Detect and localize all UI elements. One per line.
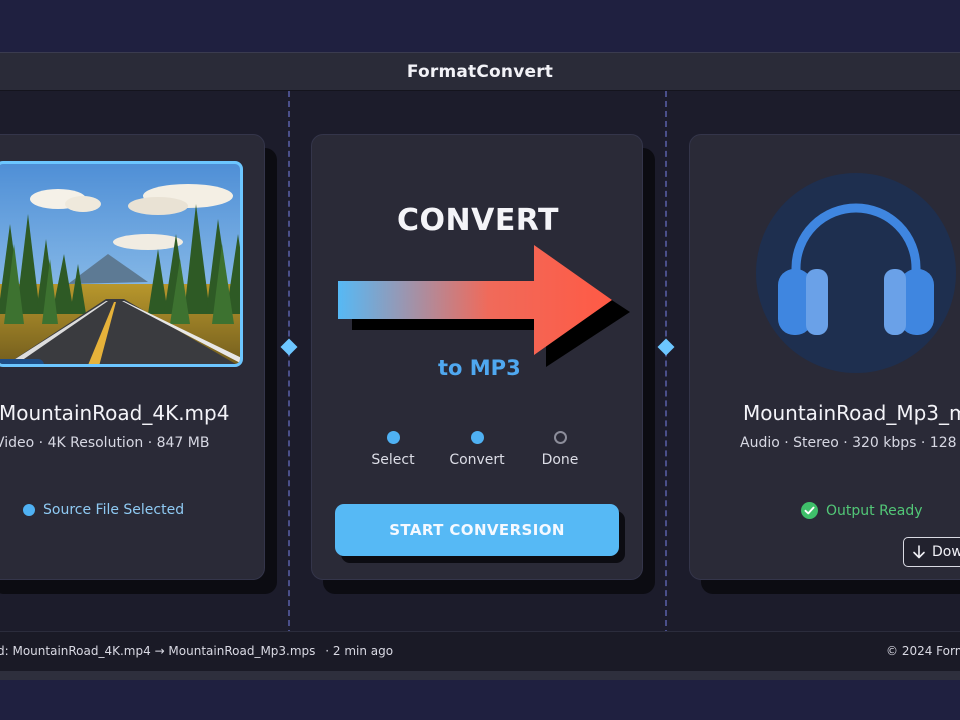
window-bottom-edge xyxy=(0,671,960,680)
output-file-card[interactable]: MountainRoad_Mp3_mps Audio · Stereo · 32… xyxy=(689,134,960,580)
output-file-name: MountainRoad_Mp3_mps xyxy=(743,401,960,425)
conversion-history: d: MountainRoad_4K.mp4 → MountainRoad_Mp… xyxy=(0,644,393,658)
step-dot-complete-icon xyxy=(386,431,400,444)
step-select: Select xyxy=(353,431,433,468)
output-status-label: Output Ready xyxy=(826,502,923,519)
connector-diamond-right xyxy=(657,338,675,356)
step-dot-pending-icon xyxy=(553,431,567,444)
flow-divider-left xyxy=(288,91,290,636)
source-file-card[interactable]: P4 MountainRoad_4K.mp4 Video · 4K Resolu… xyxy=(0,134,265,580)
audio-artwork xyxy=(756,173,956,373)
download-button-label: Download xyxy=(932,544,960,560)
format-badge: P4 xyxy=(0,359,44,364)
video-thumbnail: P4 xyxy=(0,161,243,367)
start-conversion-button[interactable]: START CONVERSION xyxy=(335,504,619,556)
check-circle-icon xyxy=(801,502,818,519)
headphones-icon xyxy=(778,203,934,335)
step-convert: Convert xyxy=(437,431,517,468)
title-bar: FormatConvert xyxy=(0,53,960,91)
step-label: Select xyxy=(371,452,415,468)
step-label: Convert xyxy=(449,452,505,468)
flow-divider-right xyxy=(665,91,667,636)
source-status-label: Source File Selected xyxy=(43,502,185,518)
download-arrow-icon xyxy=(913,545,925,559)
copyright-text: © 2024 FormatConvert xyxy=(886,644,960,658)
history-time: · 2 min ago xyxy=(325,644,394,658)
source-file-name: MountainRoad_4K.mp4 xyxy=(0,401,230,425)
conversion-steps: Select Convert Done xyxy=(312,431,644,471)
step-dot-complete-icon xyxy=(470,431,484,444)
conversion-card: CONVERT to MP3 Select Convert Done START… xyxy=(311,134,643,580)
status-bar: d: MountainRoad_4K.mp4 → MountainRoad_Mp… xyxy=(0,631,960,671)
source-file-meta: Video · 4K Resolution · 847 MB xyxy=(0,435,210,451)
step-label: Done xyxy=(541,452,579,468)
convert-heading: CONVERT xyxy=(396,203,560,238)
app-window: FormatConvert MountainRoad_4K.mp4 Video … xyxy=(0,52,960,680)
output-file-meta: Audio · Stereo · 320 kbps · 128 MB xyxy=(740,435,960,451)
history-entry: d: MountainRoad_4K.mp4 → MountainRoad_Mp… xyxy=(0,644,316,658)
source-status: Source File Selected xyxy=(23,502,184,518)
main-content: P4 MountainRoad_4K.mp4 Video · 4K Resolu… xyxy=(0,91,960,636)
target-format-label: to MP3 xyxy=(438,356,521,380)
mountain-road-thumbnail-icon xyxy=(0,164,240,364)
connector-diamond-left xyxy=(280,338,298,356)
output-status: Output Ready xyxy=(801,502,923,519)
download-button[interactable]: Download xyxy=(903,537,960,567)
status-dot-icon xyxy=(23,504,35,516)
step-done: Done xyxy=(520,431,600,468)
app-title: FormatConvert xyxy=(406,61,554,82)
